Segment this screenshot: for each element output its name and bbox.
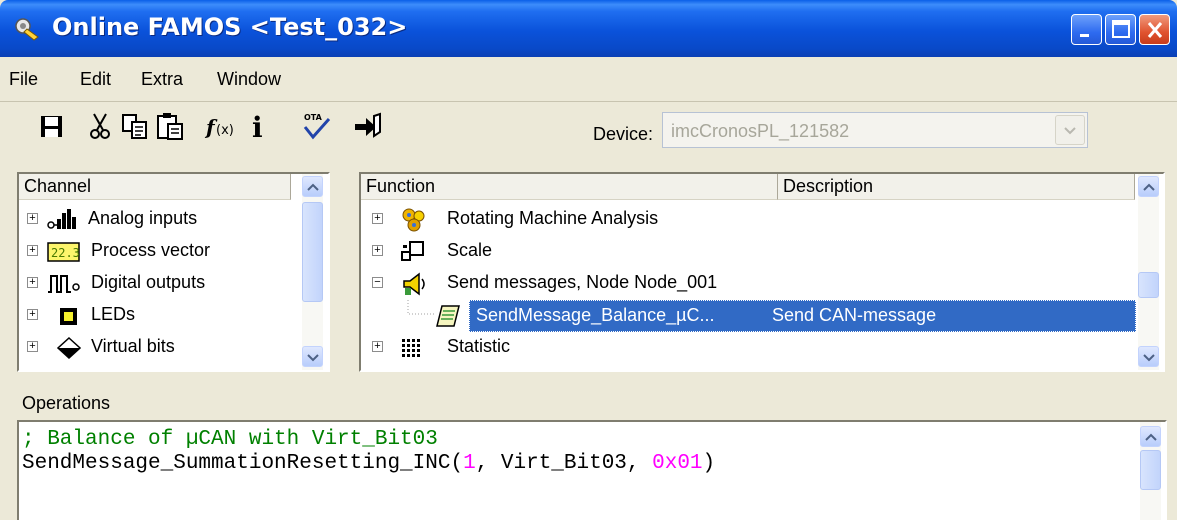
svg-text:(x): (x): [216, 123, 234, 138]
analog-inputs-icon: [47, 209, 76, 229]
transfer-icon[interactable]: [352, 110, 384, 142]
message-icon: [436, 305, 460, 327]
menu-window[interactable]: Window: [217, 69, 281, 90]
svg-text:22.3: 22.3: [51, 246, 80, 260]
expand-icon[interactable]: +: [372, 245, 383, 256]
channel-item-analog-inputs[interactable]: + Analog inputs: [19, 204, 299, 236]
code-comment: ; Balance of µCAN with Virt_Bit03: [22, 428, 438, 451]
code-suffix: ): [702, 452, 716, 475]
scroll-thumb[interactable]: [1140, 450, 1161, 490]
function-item-label: Scale: [447, 240, 493, 260]
function-column-header[interactable]: Function: [361, 174, 778, 200]
function-panel: Function Description + Rotating Machine …: [359, 172, 1165, 372]
expand-icon[interactable]: +: [372, 341, 383, 352]
channel-item-label: Virtual bits: [91, 336, 175, 356]
expand-icon[interactable]: +: [27, 341, 38, 352]
app-icon: [15, 18, 39, 41]
operations-editor[interactable]: ; Balance of µCAN with Virt_Bit03 SendMe…: [17, 420, 1167, 520]
expand-icon[interactable]: +: [27, 309, 38, 320]
function-item-rotating-machine[interactable]: + Rotating Machine Analysis: [361, 204, 1136, 236]
device-label: Device:: [593, 124, 654, 144]
channel-item-process-vector[interactable]: + 22.3 Process vector: [19, 236, 299, 268]
expand-icon[interactable]: +: [27, 245, 38, 256]
function-item-label: Send messages, Node Node_001: [447, 272, 718, 292]
process-vector-icon: 22.3: [47, 242, 80, 262]
channel-item-label: LEDs: [91, 304, 136, 324]
description-column-header[interactable]: Description: [778, 174, 1135, 200]
code-argument: , Virt_Bit03,: [475, 452, 653, 475]
function-item-label: Rotating Machine Analysis: [447, 208, 659, 228]
function-item-statistic[interactable]: + Statistic: [361, 332, 1136, 364]
menu-edit[interactable]: Edit: [80, 69, 111, 90]
device-select[interactable]: imcCronosPL_121582: [662, 112, 1088, 148]
code-line: SendMessage_SummationResetting_INC(1, Vi…: [22, 452, 715, 475]
chevron-down-icon[interactable]: [1055, 115, 1085, 145]
code-function-call: SendMessage_SummationResetting_INC(: [22, 452, 464, 475]
channel-item-label: Process vector: [91, 240, 211, 260]
send-messages-icon: [403, 272, 425, 296]
channel-item-label: Analog inputs: [88, 208, 198, 228]
window-title: Online FAMOS <Test_032>: [52, 13, 408, 41]
digital-outputs-icon: [48, 275, 80, 293]
svg-text:OTA: OTA: [304, 113, 323, 122]
function-item-send-messages[interactable]: − Send messages, Node Node_001: [361, 268, 1136, 300]
channel-scrollbar[interactable]: [302, 174, 323, 370]
code-literal: 0x01: [652, 452, 703, 475]
scroll-thumb[interactable]: [1138, 272, 1159, 298]
scale-icon: [401, 241, 424, 261]
scroll-down-icon[interactable]: [1138, 346, 1159, 367]
cut-icon[interactable]: [84, 110, 116, 142]
function-scrollbar[interactable]: [1138, 174, 1159, 370]
channel-header[interactable]: Channel: [19, 174, 291, 200]
expand-icon[interactable]: +: [27, 277, 38, 288]
menu-extra[interactable]: Extra: [141, 69, 183, 90]
title-bar[interactable]: Online FAMOS <Test_032>: [0, 0, 1177, 57]
statistic-icon: [402, 339, 420, 357]
channel-item-virtual-bits[interactable]: + Virtual bits: [19, 332, 299, 364]
operations-label: Operations: [22, 393, 111, 413]
minimize-button[interactable]: [1071, 14, 1102, 45]
info-icon[interactable]: i: [246, 110, 278, 142]
check-ota-icon[interactable]: OTA: [301, 110, 333, 142]
menu-bar: File Edit Extra Window: [0, 57, 1177, 102]
channel-panel: Channel + Analog inputs + 22.3 Process v…: [17, 172, 330, 372]
channel-item-leds[interactable]: + LEDs: [19, 300, 299, 332]
function-item-scale[interactable]: + Scale: [361, 236, 1136, 268]
menu-file[interactable]: File: [9, 69, 38, 90]
operations-scrollbar[interactable]: [1140, 422, 1161, 520]
selected-row-highlight[interactable]: SendMessage_Balance_µC... Send CAN-messa…: [469, 300, 1136, 332]
channel-item-label: Digital outputs: [91, 272, 206, 292]
expand-icon[interactable]: +: [372, 213, 383, 224]
scroll-up-icon[interactable]: [302, 176, 323, 197]
function-item-label: SendMessage_Balance_µC...: [476, 305, 715, 325]
scroll-thumb[interactable]: [302, 202, 323, 302]
function-item-sendmessage-balance[interactable]: SendMessage_Balance_µC... Send CAN-messa…: [429, 300, 1136, 332]
collapse-icon[interactable]: −: [372, 277, 383, 288]
gears-icon: [402, 208, 425, 232]
virtual-bits-icon: [57, 337, 81, 359]
function-icon[interactable]: f (x): [204, 110, 236, 142]
maximize-button[interactable]: [1105, 14, 1136, 45]
device-select-value: imcCronosPL_121582: [671, 121, 850, 141]
scroll-down-icon[interactable]: [302, 346, 323, 367]
channel-item-digital-outputs[interactable]: + Digital outputs: [19, 268, 299, 300]
close-button[interactable]: [1139, 14, 1170, 45]
paste-icon[interactable]: [154, 110, 186, 142]
scroll-up-icon[interactable]: [1140, 426, 1161, 447]
function-item-label: Statistic: [447, 336, 511, 356]
expand-icon[interactable]: +: [27, 213, 38, 224]
function-item-description: Send CAN-message: [772, 305, 937, 325]
svg-text:i: i: [252, 111, 263, 142]
led-icon: [60, 308, 77, 325]
save-icon[interactable]: [36, 110, 68, 142]
scroll-up-icon[interactable]: [1138, 176, 1159, 197]
code-literal: 1: [463, 452, 476, 475]
copy-icon[interactable]: [119, 110, 151, 142]
